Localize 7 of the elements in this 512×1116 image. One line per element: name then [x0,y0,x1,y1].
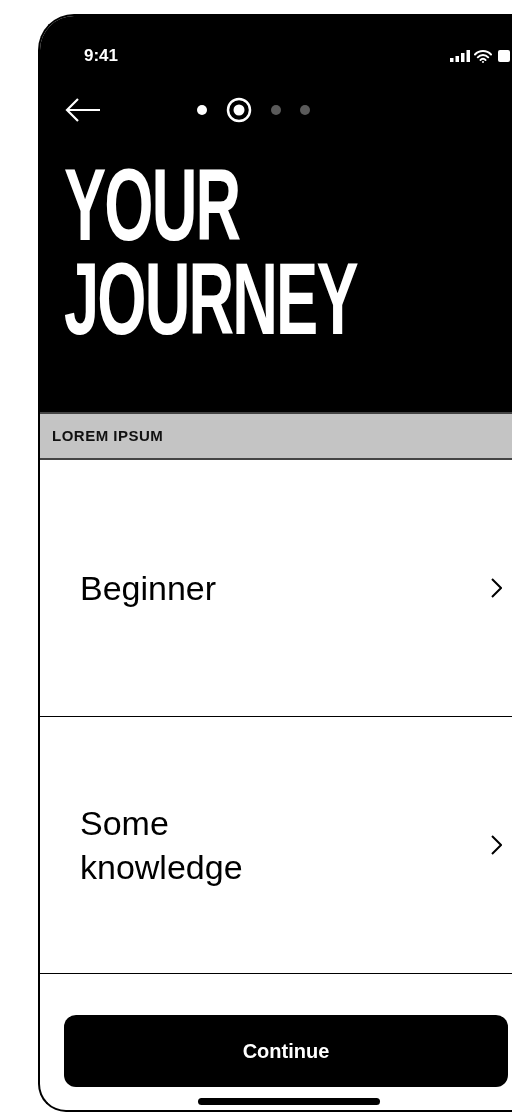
title-text: JOURNEY [64,252,357,346]
option-label: Some knowledge [80,802,244,888]
option-label: Beginner [80,567,217,609]
status-time: 9:41 [83,45,119,68]
title-text: YOUR [64,158,240,252]
section-header: LOREM IPSUM [52,425,164,446]
continue-button[interactable]: Continue [64,1015,508,1087]
